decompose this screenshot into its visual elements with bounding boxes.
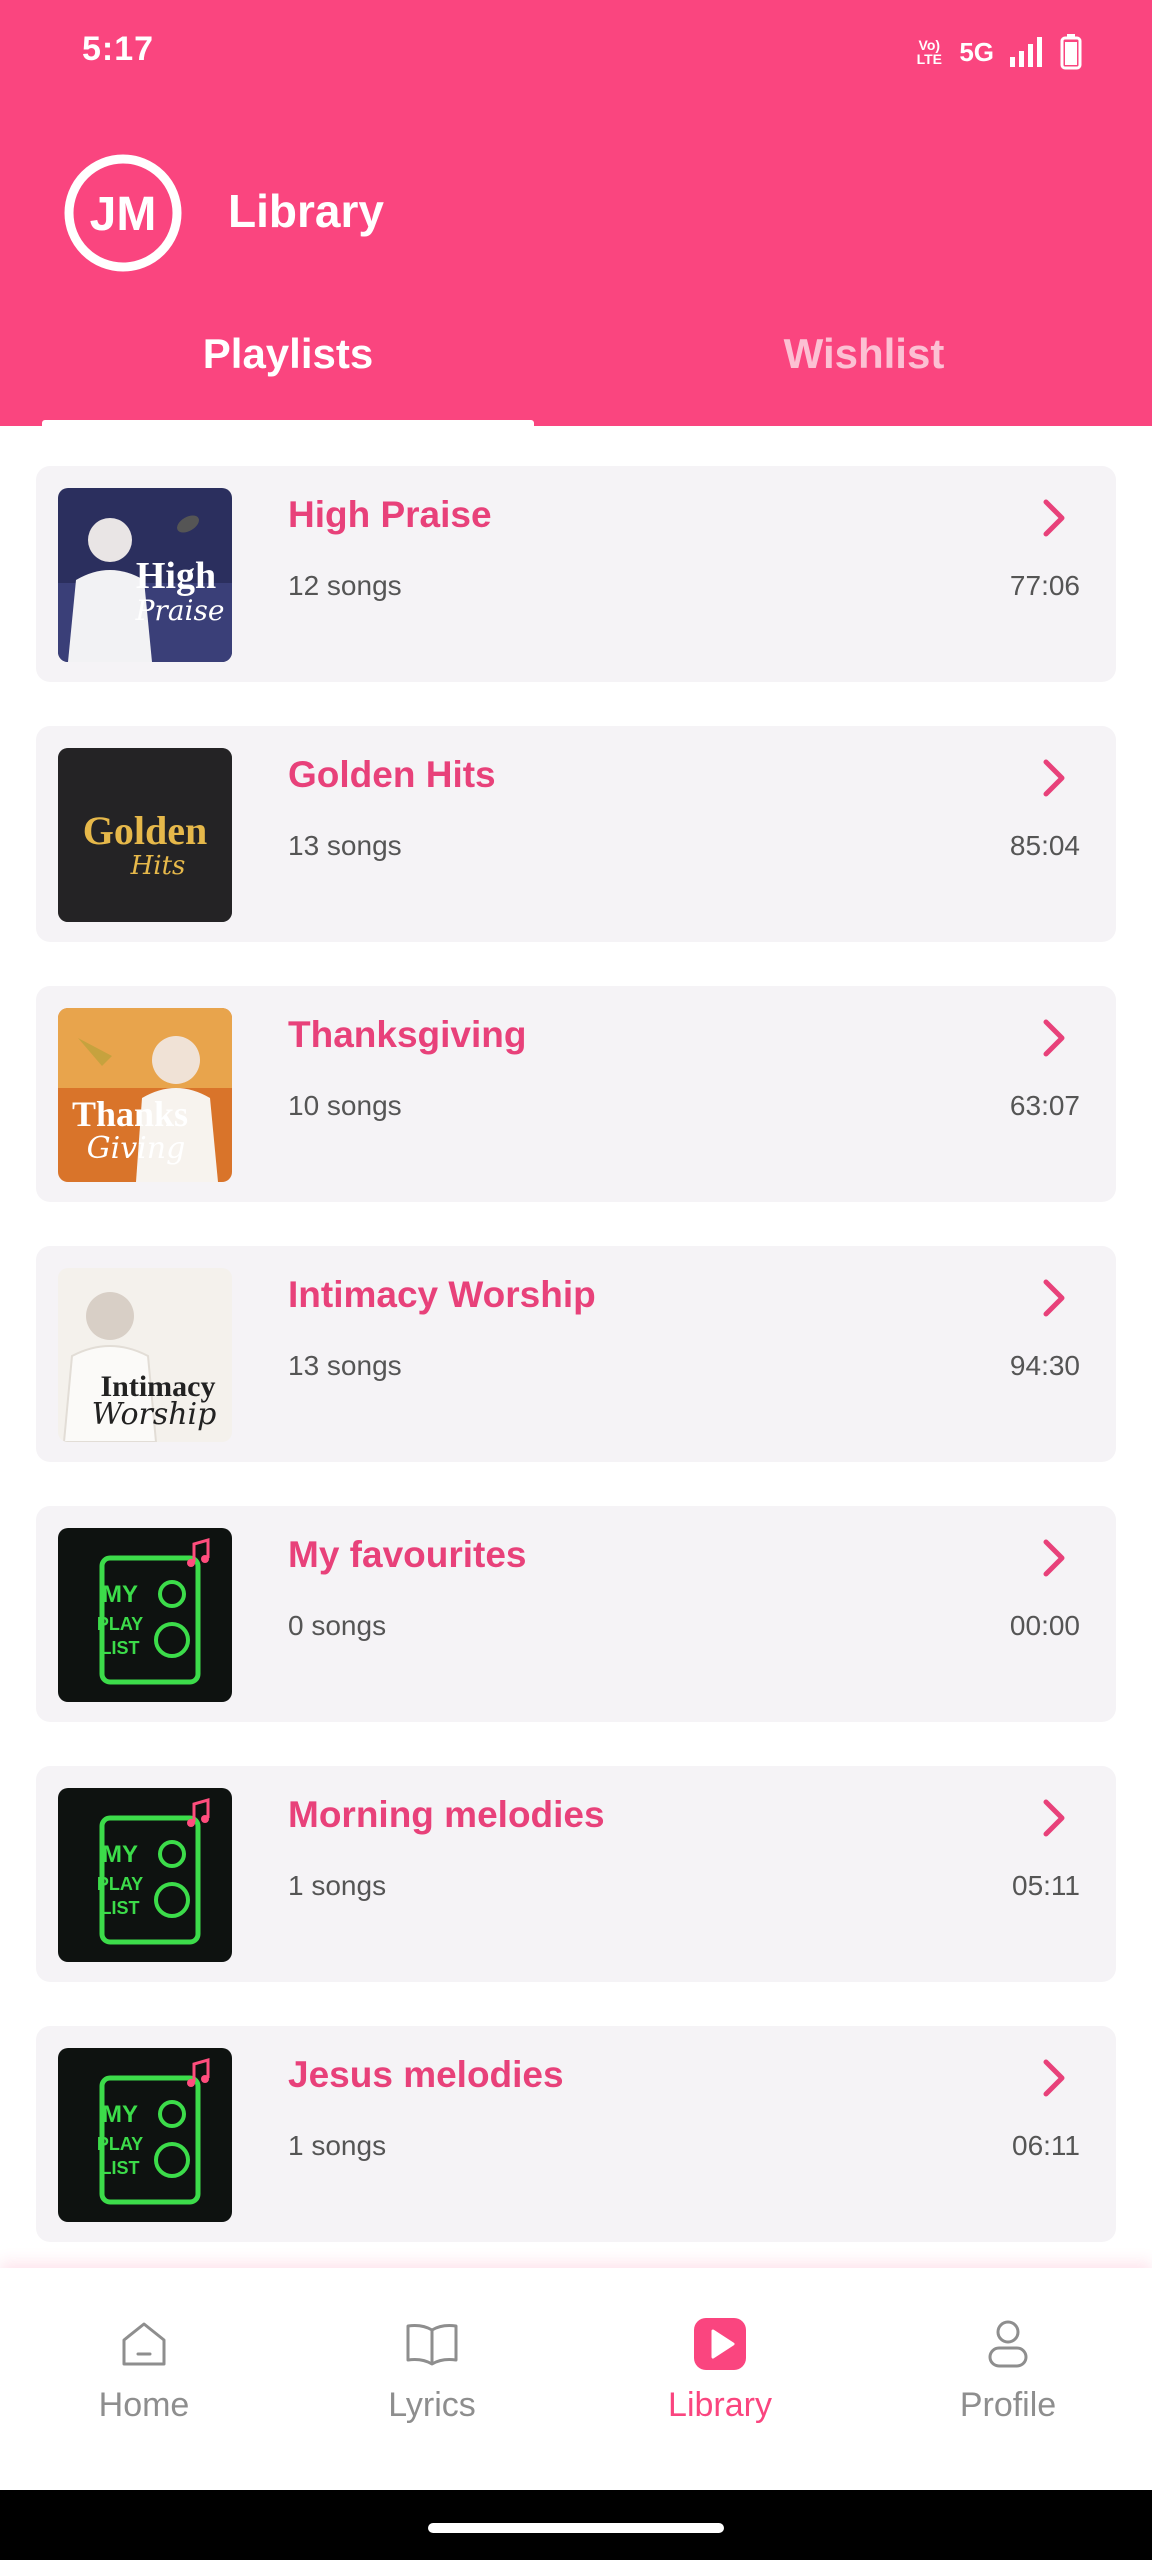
playlist-duration: 77:06 (1009, 570, 1080, 601)
playlist-duration: 94:30 (1009, 1350, 1080, 1381)
cover-title: Thanks (72, 1094, 188, 1134)
status-bar: 5:17 Vo) LTE 5G (0, 0, 1152, 104)
playlist-card[interactable]: Thanks Giving Thanksgiving 10 songs 63:0… (36, 986, 1116, 1202)
volte-icon: Vo) LTE (916, 37, 943, 67)
my-playlist-cover-icon: MY PLAY LIST (58, 1528, 232, 1702)
playlist-duration: 06:11 (1012, 2130, 1080, 2161)
playlist-title: High Praise (288, 494, 492, 535)
playlist-cover: High Praise (58, 488, 232, 662)
network-type: 5G (959, 36, 994, 67)
playlist-cover: Golden Hits (58, 748, 232, 922)
cover-word-1: MY (102, 2101, 138, 2128)
cover-word-1: MY (102, 1841, 138, 1868)
active-tab-indicator (42, 420, 534, 426)
home-icon (122, 2322, 166, 2366)
jm-logo: JM (64, 154, 182, 272)
playlist-song-count: 1 songs (288, 2130, 387, 2161)
cover-word-1: MY (102, 1581, 138, 1608)
playlist-cover: MY PLAY LIST (58, 1788, 232, 1962)
cover-subtitle: Praise (135, 594, 225, 627)
play-icon (694, 2318, 746, 2370)
golden-hits-cover-icon: Golden Hits (58, 748, 232, 922)
cover-word-3: LIST (101, 1898, 140, 1918)
nav-label: Profile (959, 2386, 1057, 2424)
cover-subtitle: Worship (92, 1397, 217, 1432)
svg-text:JM: JM (90, 188, 157, 241)
cover-subtitle: Giving (87, 1131, 186, 1166)
nav-label: Home (98, 2386, 190, 2424)
app-header: 5:17 Vo) LTE 5G JM Library Playlists Wish… (0, 0, 1152, 426)
intimacy-worship-cover-icon: Intimacy Worship (58, 1268, 232, 1442)
playlist-card[interactable]: MY PLAY LIST Morning melodies 1 songs 05… (36, 1766, 1116, 1982)
playlist-title: My favourites (288, 1534, 527, 1575)
chevron-right-icon[interactable] (1034, 1796, 1074, 1840)
playlist-song-count: 13 songs (288, 830, 402, 861)
user-icon (988, 2320, 1028, 2368)
nav-item-home[interactable]: Home (0, 2316, 288, 2425)
playlist-song-count: 12 songs (288, 570, 402, 601)
chevron-right-icon[interactable] (1034, 2056, 1074, 2100)
nav-label: Lyrics (388, 2386, 476, 2424)
bottom-navigation: Home Lyrics Library Profile (0, 2268, 1152, 2490)
playlist-duration: 85:04 (1009, 830, 1080, 861)
cover-word-3: LIST (101, 2158, 140, 2178)
nav-item-profile[interactable]: Profile (864, 2316, 1152, 2425)
nav-label: Library (668, 2386, 772, 2424)
cover-word-2: PLAY (97, 1614, 143, 1634)
chevron-right-icon[interactable] (1034, 756, 1074, 800)
playlist-cover: Intimacy Worship (58, 1268, 232, 1442)
status-time: 5:17 (82, 30, 155, 68)
playlist-card[interactable]: MY PLAY LIST My favourites 0 songs 00:00 (36, 1506, 1116, 1722)
page-title: Library (228, 185, 384, 237)
cover-word-2: PLAY (97, 1874, 143, 1894)
playlist-song-count: 1 songs (288, 1870, 387, 1901)
playlist-duration: 00:00 (1009, 1610, 1080, 1641)
cover-subtitle: Hits (130, 851, 186, 881)
battery-icon (1060, 34, 1082, 70)
playlist-title: Intimacy Worship (288, 1274, 596, 1315)
playlist-title: Jesus melodies (288, 2054, 564, 2095)
chevron-right-icon[interactable] (1034, 1016, 1074, 1060)
playlist-card[interactable]: Golden Hits Golden Hits 13 songs 85:04 (36, 726, 1116, 942)
book-icon (406, 2324, 458, 2366)
playlist-cover: MY PLAY LIST (58, 1528, 232, 1702)
cover-word-2: PLAY (97, 2134, 143, 2154)
chevron-right-icon[interactable] (1034, 1276, 1074, 1320)
playlist-cover: MY PLAY LIST (58, 2048, 232, 2222)
playlist-card[interactable]: High Praise High Praise 12 songs 77:06 (36, 466, 1116, 682)
tab-wishlist[interactable]: Wishlist (576, 330, 1152, 378)
chevron-right-icon[interactable] (1034, 1536, 1074, 1580)
playlist-duration: 05:11 (1012, 1870, 1080, 1901)
playlist-card[interactable]: MY PLAY LIST Jesus melodies 1 songs 06:1… (36, 2026, 1116, 2242)
cover-title: High (136, 555, 216, 597)
nav-item-library[interactable]: Library (576, 2316, 864, 2425)
playlist-duration: 63:07 (1009, 1090, 1080, 1121)
chevron-right-icon[interactable] (1034, 496, 1074, 540)
signal-icon (1010, 37, 1042, 67)
playlist-title: Golden Hits (288, 754, 496, 795)
status-icons: Vo) LTE 5G (915, 30, 1082, 74)
tab-playlists[interactable]: Playlists (0, 330, 576, 378)
playlist-card[interactable]: Intimacy Worship Intimacy Worship 13 son… (36, 1246, 1116, 1462)
playlist-cover: Thanks Giving (58, 1008, 232, 1182)
cover-title: Golden (83, 808, 207, 853)
playlist-song-count: 10 songs (288, 1090, 402, 1121)
playlist-song-count: 0 songs (288, 1610, 387, 1641)
playlist-title: Morning melodies (288, 1794, 605, 1835)
high-praise-cover-icon: High Praise (58, 488, 232, 662)
cover-word-3: LIST (101, 1638, 140, 1658)
my-playlist-cover-icon: MY PLAY LIST (58, 2048, 232, 2222)
thanksgiving-cover-icon: Thanks Giving (58, 1008, 232, 1182)
playlist-title: Thanksgiving (288, 1014, 527, 1055)
nav-item-lyrics[interactable]: Lyrics (288, 2316, 576, 2425)
home-gesture-handle[interactable] (428, 2523, 724, 2533)
playlist-song-count: 13 songs (288, 1350, 402, 1381)
my-playlist-cover-icon: MY PLAY LIST (58, 1788, 232, 1962)
playlist-list: High Praise High Praise 12 songs 77:06 G… (36, 466, 1116, 2286)
